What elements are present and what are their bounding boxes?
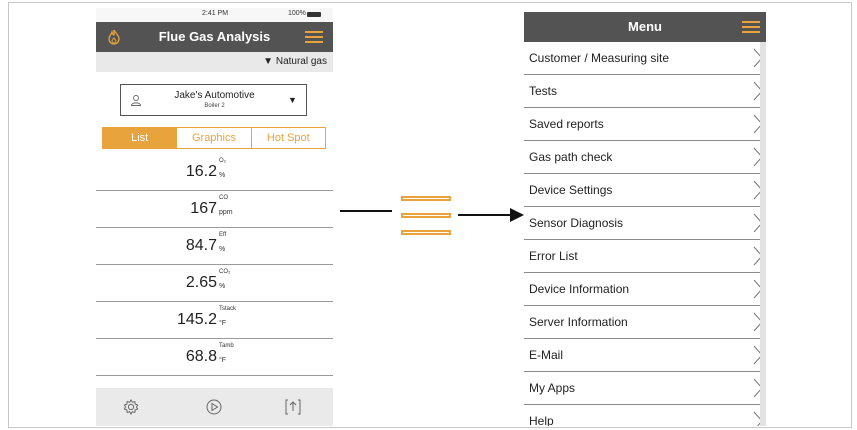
battery-level: 100% <box>288 10 306 17</box>
page-title: Flue Gas Analysis <box>158 29 271 44</box>
reading-row: 2.65 CO₂ % <box>96 265 333 302</box>
reading-unit: % <box>219 246 226 253</box>
scrollbar[interactable] <box>760 42 766 426</box>
menu-item[interactable]: Sensor Diagnosis <box>524 207 766 240</box>
reading-row: 16.2 O₂ % <box>96 154 333 191</box>
play-icon[interactable] <box>205 398 223 416</box>
connector-line <box>340 210 392 212</box>
customer-site: Boiler 2 <box>204 103 225 109</box>
reading-row: 167 CO ppm <box>96 191 333 228</box>
menu-item[interactable]: Customer / Measuring site <box>524 42 766 75</box>
view-tabs: List Graphics Hot Spot <box>102 127 326 149</box>
chevron-down-icon: ▼ <box>288 95 297 105</box>
reading-value: 16.2 <box>185 163 217 180</box>
reading-value: 167 <box>190 200 217 217</box>
menu-item-label: Customer / Measuring site <box>529 51 670 65</box>
reading-parameter: CO₂ <box>219 269 231 275</box>
arrow-line <box>458 214 514 216</box>
reading-row: 145.2 Tstack °F <box>96 302 333 339</box>
menu-item-label: Sensor Diagnosis <box>529 216 624 230</box>
menu-item-label: E-Mail <box>529 348 564 362</box>
menu-item[interactable]: Device Information <box>524 273 766 306</box>
flue-gas-screen: 2:41 PM 100% Flue Gas Analysis ▼ Natural… <box>96 8 333 426</box>
menu-item-label: Saved reports <box>529 117 604 131</box>
hamburger-menu-icon[interactable] <box>305 31 323 44</box>
menu-list: Customer / Measuring site Tests Saved re… <box>524 42 766 426</box>
reading-value: 84.7 <box>185 237 217 254</box>
menu-screen: Menu Customer / Measuring site Tests Sav… <box>524 12 766 426</box>
reading-row: 68.8 Tamb °F <box>96 339 333 376</box>
menu-item-label: Tests <box>529 84 558 98</box>
fuel-bar: ▼ Natural gas <box>96 52 333 72</box>
tab-list[interactable]: List <box>103 128 178 148</box>
reading-unit: % <box>219 283 226 290</box>
reading-parameter: Eff <box>219 232 227 238</box>
menu-item[interactable]: Error List <box>524 240 766 273</box>
reading-unit: °F <box>219 320 227 327</box>
menu-item-label: Help <box>529 414 554 426</box>
menu-item[interactable]: Gas path check <box>524 141 766 174</box>
export-icon[interactable] <box>284 398 302 416</box>
status-time: 2:41 PM <box>202 10 229 17</box>
tab-hot-spot[interactable]: Hot Spot <box>252 128 325 148</box>
hamburger-menu-icon[interactable] <box>742 21 760 34</box>
reading-value: 145.2 <box>176 311 217 328</box>
hamburger-menu-icon <box>401 196 451 236</box>
reading-unit: % <box>219 172 226 179</box>
menu-item-label: Device Settings <box>529 183 613 197</box>
menu-item[interactable]: Help <box>524 405 766 426</box>
battery-icon <box>307 12 321 17</box>
reading-value: 2.65 <box>185 274 217 291</box>
reading-value: 68.8 <box>185 348 217 365</box>
customer-selector[interactable]: Jake's Automotive Boiler 2 ▼ <box>120 84 307 116</box>
reading-parameter: CO <box>219 195 228 201</box>
menu-item-label: Server Information <box>529 315 628 329</box>
menu-item-label: Device Information <box>529 282 630 296</box>
reading-row: 84.7 Eff % <box>96 228 333 265</box>
menu-item-label: Error List <box>529 249 578 263</box>
menu-item[interactable]: Saved reports <box>524 108 766 141</box>
menu-title: Menu <box>628 19 662 34</box>
status-bar: 2:41 PM 100% <box>96 8 333 22</box>
reading-parameter: Tstack <box>219 306 237 312</box>
customer-name: Jake's Automotive <box>174 90 255 101</box>
reading-unit: ppm <box>219 209 233 216</box>
gear-icon[interactable] <box>122 398 140 416</box>
menu-header: Menu <box>524 12 766 42</box>
menu-item[interactable]: My Apps <box>524 372 766 405</box>
app-header: Flue Gas Analysis <box>96 22 333 52</box>
menu-item[interactable]: Server Information <box>524 306 766 339</box>
menu-item[interactable]: Device Settings <box>524 174 766 207</box>
reading-parameter: O₂ <box>219 158 226 164</box>
menu-item[interactable]: Tests <box>524 75 766 108</box>
bottom-toolbar <box>96 388 333 426</box>
reading-parameter: Tamb <box>219 343 234 349</box>
menu-item-label: My Apps <box>529 381 576 395</box>
readings-list: 16.2 O₂ % 167 CO ppm 84.7 Eff % 2.65 CO₂… <box>96 154 333 376</box>
menu-item[interactable]: E-Mail <box>524 339 766 372</box>
tab-graphics[interactable]: Graphics <box>177 128 252 148</box>
reading-unit: °F <box>219 357 227 364</box>
menu-item-label: Gas path check <box>529 150 613 164</box>
fuel-selector[interactable]: ▼ Natural gas <box>263 56 327 67</box>
arrow-head-icon <box>510 208 524 222</box>
